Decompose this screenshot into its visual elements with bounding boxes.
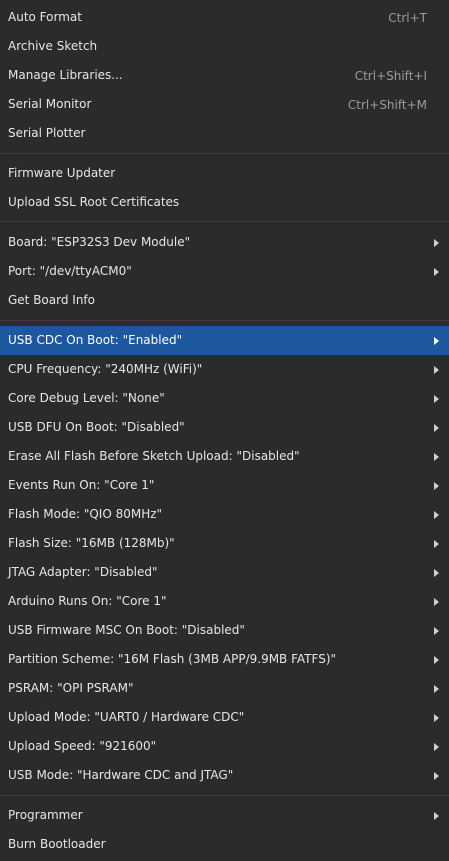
menu-item-label: Programmer bbox=[8, 808, 83, 822]
chevron-right-icon bbox=[434, 365, 439, 374]
chevron-right-icon bbox=[434, 510, 439, 519]
menu-item-jtag-adapter[interactable]: JTAG Adapter: "Disabled" bbox=[0, 558, 449, 587]
menu-item-label: Arduino Runs On: "Core 1" bbox=[8, 594, 167, 608]
menu-item-port[interactable]: Port: "/dev/ttyACM0" bbox=[0, 257, 449, 286]
menu-item-serial-plotter[interactable]: Serial Plotter bbox=[0, 119, 449, 148]
menu-item-serial-monitor[interactable]: Serial Monitor Ctrl+Shift+M bbox=[0, 90, 449, 119]
menu-item-label: Archive Sketch bbox=[8, 39, 98, 53]
menu-item-usb-dfu-on-boot[interactable]: USB DFU On Boot: "Disabled" bbox=[0, 413, 449, 442]
menu-item-get-board-info[interactable]: Get Board Info bbox=[0, 286, 449, 315]
menu-item-psram[interactable]: PSRAM: "OPI PSRAM" bbox=[0, 674, 449, 703]
menu-item-label: USB Firmware MSC On Boot: "Disabled" bbox=[8, 623, 245, 637]
menu-item-flash-size[interactable]: Flash Size: "16MB (128Mb)" bbox=[0, 529, 449, 558]
chevron-right-icon bbox=[434, 568, 439, 577]
menu-separator bbox=[0, 320, 449, 321]
menu-item-usb-mode[interactable]: USB Mode: "Hardware CDC and JTAG" bbox=[0, 761, 449, 790]
menu-item-label: Burn Bootloader bbox=[8, 837, 106, 851]
menu-item-label: Firmware Updater bbox=[8, 166, 116, 180]
chevron-right-icon bbox=[434, 655, 439, 664]
menu-item-shortcut: Ctrl+T bbox=[388, 10, 427, 25]
menu-item-label: Port: "/dev/ttyACM0" bbox=[8, 264, 132, 278]
menu-item-shortcut: Ctrl+Shift+I bbox=[354, 68, 427, 83]
menu-item-upload-mode[interactable]: Upload Mode: "UART0 / Hardware CDC" bbox=[0, 703, 449, 732]
menu-item-label: Flash Size: "16MB (128Mb)" bbox=[8, 536, 175, 550]
menu-item-manage-libraries[interactable]: Manage Libraries... Ctrl+Shift+I bbox=[0, 61, 449, 90]
chevron-right-icon bbox=[434, 626, 439, 635]
chevron-right-icon bbox=[434, 713, 439, 722]
menu-item-label: Board: "ESP32S3 Dev Module" bbox=[8, 235, 191, 249]
menu-item-programmer[interactable]: Programmer bbox=[0, 801, 449, 830]
menu-separator bbox=[0, 795, 449, 796]
chevron-right-icon bbox=[434, 811, 439, 820]
menu-item-label: Get Board Info bbox=[8, 293, 95, 307]
tools-menu: Auto Format Ctrl+T Archive Sketch Manage… bbox=[0, 0, 449, 861]
menu-item-upload-ssl-certificates[interactable]: Upload SSL Root Certificates bbox=[0, 188, 449, 217]
menu-item-archive-sketch[interactable]: Archive Sketch bbox=[0, 32, 449, 61]
chevron-right-icon bbox=[434, 771, 439, 780]
menu-item-core-debug-level[interactable]: Core Debug Level: "None" bbox=[0, 384, 449, 413]
menu-item-label: JTAG Adapter: "Disabled" bbox=[8, 565, 158, 579]
menu-item-cpu-frequency[interactable]: CPU Frequency: "240MHz (WiFi)" bbox=[0, 355, 449, 384]
menu-item-label: USB DFU On Boot: "Disabled" bbox=[8, 420, 185, 434]
menu-item-label: Serial Plotter bbox=[8, 126, 86, 140]
chevron-right-icon bbox=[434, 394, 439, 403]
menu-item-label: Upload Speed: "921600" bbox=[8, 739, 157, 753]
chevron-right-icon bbox=[434, 742, 439, 751]
menu-item-label: Events Run On: "Core 1" bbox=[8, 478, 155, 492]
menu-item-auto-format[interactable]: Auto Format Ctrl+T bbox=[0, 3, 449, 32]
menu-item-label: Manage Libraries... bbox=[8, 68, 123, 82]
menu-separator bbox=[0, 221, 449, 222]
menu-item-usb-firmware-msc[interactable]: USB Firmware MSC On Boot: "Disabled" bbox=[0, 616, 449, 645]
chevron-right-icon bbox=[434, 238, 439, 247]
chevron-right-icon bbox=[434, 336, 439, 345]
chevron-right-icon bbox=[434, 481, 439, 490]
menu-item-label: Core Debug Level: "None" bbox=[8, 391, 165, 405]
menu-item-label: Upload SSL Root Certificates bbox=[8, 195, 180, 209]
menu-item-label: Auto Format bbox=[8, 10, 82, 24]
menu-item-erase-all-flash[interactable]: Erase All Flash Before Sketch Upload: "D… bbox=[0, 442, 449, 471]
menu-item-label: Upload Mode: "UART0 / Hardware CDC" bbox=[8, 710, 245, 724]
menu-item-label: CPU Frequency: "240MHz (WiFi)" bbox=[8, 362, 203, 376]
menu-item-partition-scheme[interactable]: Partition Scheme: "16M Flash (3MB APP/9.… bbox=[0, 645, 449, 674]
menu-item-label: Flash Mode: "QIO 80MHz" bbox=[8, 507, 163, 521]
chevron-right-icon bbox=[434, 539, 439, 548]
menu-separator bbox=[0, 153, 449, 154]
chevron-right-icon bbox=[434, 423, 439, 432]
menu-item-label: Partition Scheme: "16M Flash (3MB APP/9.… bbox=[8, 652, 337, 666]
menu-item-arduino-runs-on[interactable]: Arduino Runs On: "Core 1" bbox=[0, 587, 449, 616]
menu-item-label: Serial Monitor bbox=[8, 97, 92, 111]
chevron-right-icon bbox=[434, 267, 439, 276]
menu-item-burn-bootloader[interactable]: Burn Bootloader bbox=[0, 830, 449, 859]
menu-item-events-run-on[interactable]: Events Run On: "Core 1" bbox=[0, 471, 449, 500]
menu-item-upload-speed[interactable]: Upload Speed: "921600" bbox=[0, 732, 449, 761]
menu-item-label: USB Mode: "Hardware CDC and JTAG" bbox=[8, 768, 234, 782]
menu-item-usb-cdc-on-boot[interactable]: USB CDC On Boot: "Enabled" bbox=[0, 326, 449, 355]
menu-item-label: Erase All Flash Before Sketch Upload: "D… bbox=[8, 449, 300, 463]
menu-item-board[interactable]: Board: "ESP32S3 Dev Module" bbox=[0, 228, 449, 257]
menu-item-shortcut: Ctrl+Shift+M bbox=[347, 97, 427, 112]
chevron-right-icon bbox=[434, 597, 439, 606]
menu-item-label: PSRAM: "OPI PSRAM" bbox=[8, 681, 134, 695]
chevron-right-icon bbox=[434, 452, 439, 461]
chevron-right-icon bbox=[434, 684, 439, 693]
menu-item-flash-mode[interactable]: Flash Mode: "QIO 80MHz" bbox=[0, 500, 449, 529]
menu-item-firmware-updater[interactable]: Firmware Updater bbox=[0, 159, 449, 188]
menu-item-label: USB CDC On Boot: "Enabled" bbox=[8, 333, 183, 347]
